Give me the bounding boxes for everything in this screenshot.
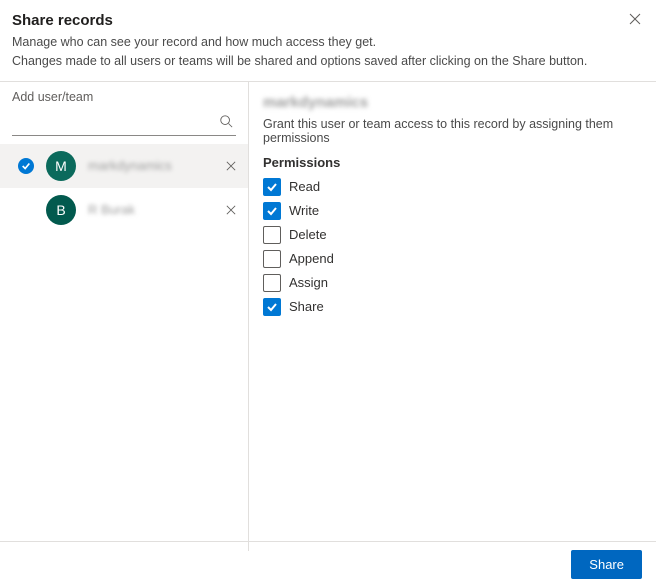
checkbox[interactable] (263, 226, 281, 244)
user-list: M markdynamics B R Burak (0, 142, 248, 232)
checkbox[interactable] (263, 178, 281, 196)
selected-check-icon (18, 158, 34, 174)
avatar: B (46, 195, 76, 225)
permission-label: Write (289, 203, 319, 218)
permission-share[interactable]: Share (263, 296, 642, 318)
close-icon (226, 205, 236, 215)
user-row[interactable]: M markdynamics (0, 144, 248, 188)
permission-label: Assign (289, 275, 328, 290)
permission-label: Delete (289, 227, 327, 242)
user-search-input[interactable] (12, 108, 236, 134)
user-panel: Add user/team M markdynamics (0, 82, 249, 551)
close-icon (226, 161, 236, 171)
checkbox[interactable] (263, 298, 281, 316)
permission-label: Share (289, 299, 324, 314)
checkbox[interactable] (263, 250, 281, 268)
description-line-1: Manage who can see your record and how m… (12, 33, 644, 52)
close-icon (629, 13, 641, 25)
description-line-2: Changes made to all users or teams will … (12, 52, 644, 71)
permission-delete[interactable]: Delete (263, 224, 642, 246)
share-dialog: Share records Manage who can see your re… (0, 0, 656, 587)
permissions-heading: Permissions (263, 155, 642, 170)
search-icon[interactable] (218, 113, 234, 129)
permission-write[interactable]: Write (263, 200, 642, 222)
dialog-footer: Share (0, 541, 656, 587)
permission-assign[interactable]: Assign (263, 272, 642, 294)
checkbox[interactable] (263, 202, 281, 220)
permission-label: Append (289, 251, 334, 266)
remove-user-button[interactable] (222, 157, 240, 175)
permission-append[interactable]: Append (263, 248, 642, 270)
permissions-panel: markdynamics Grant this user or team acc… (249, 82, 656, 551)
permission-label: Read (289, 179, 320, 194)
avatar: M (46, 151, 76, 181)
dialog-title: Share records (12, 12, 644, 29)
checkbox[interactable] (263, 274, 281, 292)
dialog-content: Add user/team M markdynamics (0, 82, 656, 551)
close-button[interactable] (626, 10, 644, 28)
user-name: R Burak (88, 202, 222, 217)
share-button[interactable]: Share (571, 550, 642, 579)
permissions-instruction: Grant this user or team access to this r… (263, 117, 642, 145)
user-name: markdynamics (88, 158, 222, 173)
permission-read[interactable]: Read (263, 176, 642, 198)
add-user-label: Add user/team (0, 82, 248, 108)
dialog-description: Manage who can see your record and how m… (0, 33, 656, 81)
dialog-header: Share records (0, 0, 656, 33)
user-search-field[interactable] (12, 108, 236, 136)
user-row[interactable]: B R Burak (0, 188, 248, 232)
remove-user-button[interactable] (222, 201, 240, 219)
selected-user-name: markdynamics (263, 94, 642, 111)
